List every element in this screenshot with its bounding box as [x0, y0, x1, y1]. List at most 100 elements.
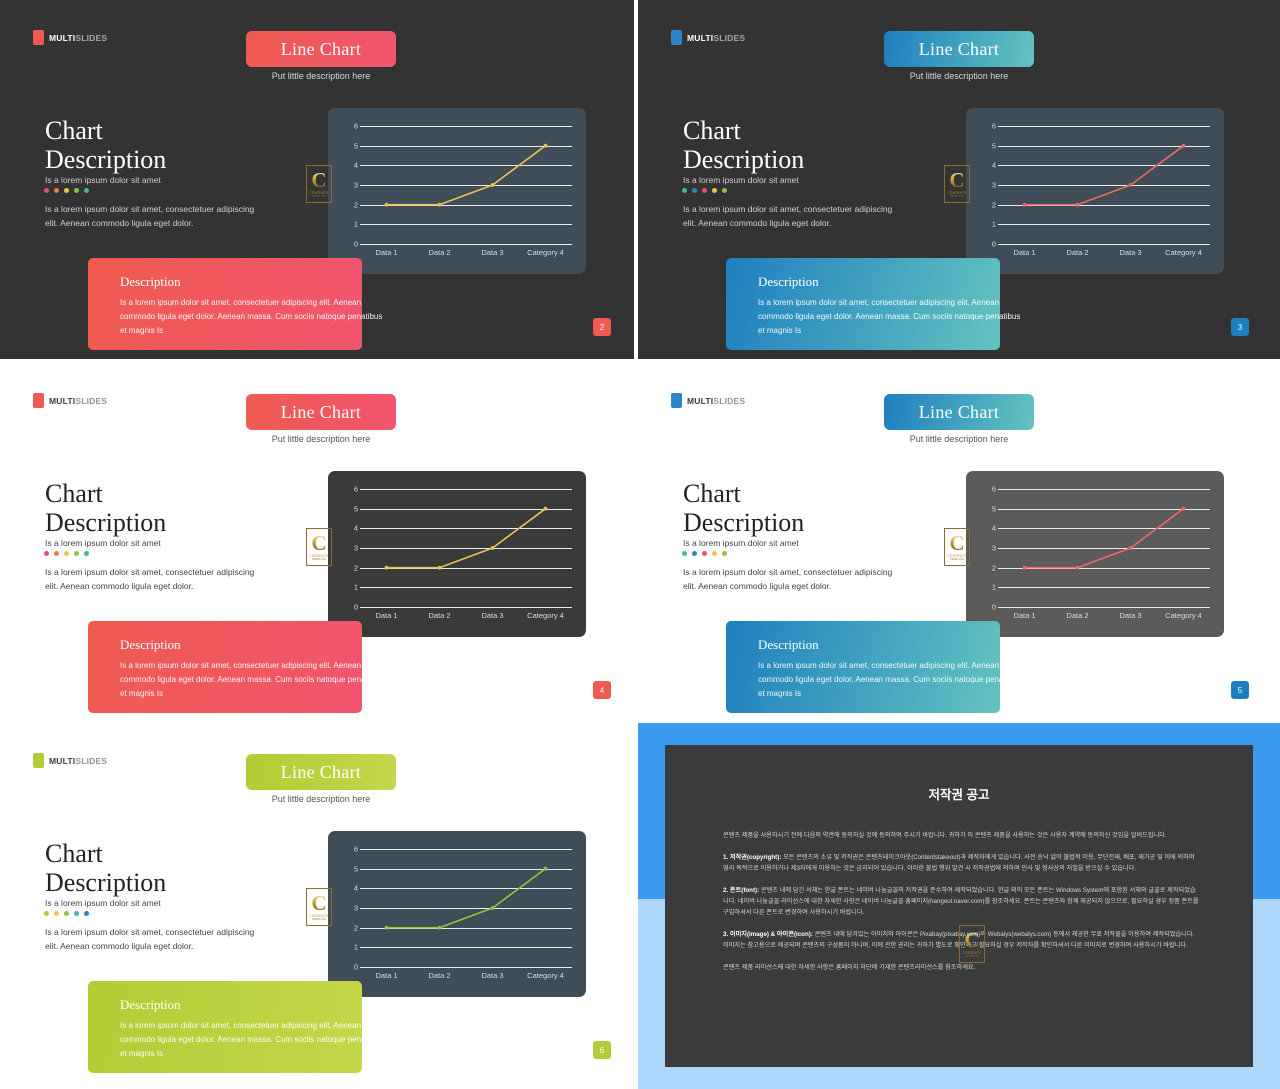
accent-dot: [722, 551, 727, 556]
logo-mark-icon: [33, 393, 44, 408]
slide-title: Line Chart: [280, 401, 362, 422]
y-tick-label: 5: [991, 141, 996, 151]
copyright-section-2-text: 콘텐츠 내에 담긴 서체는 한글 폰트는 네이버 나눔글꼴의 저작권을 준수하여…: [723, 887, 1199, 916]
slide-grid: MULTISLIDES Line Chart Put little descri…: [0, 0, 1280, 1089]
line-series: [1022, 506, 1186, 570]
x-axis: Data 1 Data 2 Data 3 Category 4: [998, 611, 1210, 620]
description-heading: Chart Description: [45, 839, 166, 897]
gridline: [360, 244, 572, 245]
contents-mark-sub: TEMPLATE: [949, 557, 965, 561]
description-subtitle: Is a lorem ipsum dolor sit amet: [45, 175, 161, 185]
plot-area: [360, 126, 572, 244]
brand-logo[interactable]: MULTISLIDES: [33, 393, 107, 408]
accent-dot: [702, 188, 707, 193]
slide-5: MULTISLIDES Line Chart Put little descri…: [638, 363, 1280, 723]
brand-logo[interactable]: MULTISLIDES: [671, 30, 745, 45]
contents-mark-sub: TEMPLATE: [949, 194, 965, 198]
description-heading-line1: Chart: [683, 116, 741, 145]
description-card: Description Is a lorem ipsum dolor sit a…: [88, 258, 382, 350]
contents-mark-sub: TEMPLATE: [311, 557, 327, 561]
description-card-body: Is a lorem ipsum dolor sit amet, consect…: [758, 298, 1021, 335]
logo-mark-icon: [671, 393, 682, 408]
accent-dot: [84, 911, 89, 916]
contents-mark-sub: TEMPLATE: [964, 954, 980, 958]
description-body: Is a lorem ipsum dolor sit amet, consect…: [45, 204, 255, 228]
x-axis: Data 1 Data 2 Data 3 Category 4: [360, 611, 572, 620]
brand-logo[interactable]: MULTISLIDES: [33, 753, 107, 768]
x-tick-label: Data 3: [1119, 611, 1142, 620]
description-card: Description Is a lorem ipsum dolor sit a…: [88, 621, 382, 713]
x-tick-label: Data 1: [375, 248, 398, 257]
brand-logo[interactable]: MULTISLIDES: [33, 30, 107, 45]
description-heading: Chart Description: [683, 116, 804, 174]
description-heading-line2: Description: [683, 145, 805, 174]
x-tick-label: Data 3: [1119, 248, 1142, 257]
logo-text: MULTISLIDES: [687, 396, 745, 406]
description-body: Is a lorem ipsum dolor sit amet, consect…: [45, 567, 255, 591]
accent-dot: [692, 551, 697, 556]
copyright-panel: 저작권 공고 콘텐츠 제품을 사용하시기 전에 다음의 약관에 동의하실 것에 …: [665, 745, 1253, 1067]
logo-text: MULTISLIDES: [49, 33, 107, 43]
x-tick-label: Data 2: [428, 611, 451, 620]
description-body: Is a lorem ipsum dolor sit amet, consect…: [683, 567, 893, 591]
description-heading-line2: Description: [45, 868, 167, 897]
y-axis: 6 5 4 3 2 1 0: [342, 485, 358, 612]
logo-text-light: SLIDES: [75, 755, 108, 766]
slide-2: MULTISLIDES Line Chart Put little descri…: [0, 0, 638, 363]
y-tick-label: 4: [353, 160, 358, 170]
description-heading: Chart Description: [683, 479, 804, 537]
description-heading: Chart Description: [45, 479, 166, 537]
copyright-slide: 저작권 공고 콘텐츠 제품을 사용하시기 전에 다음의 약관에 동의하실 것에 …: [638, 723, 1280, 1089]
logo-text: MULTISLIDES: [49, 756, 107, 766]
logo-text-bold: MULTI: [49, 32, 76, 43]
y-tick-label: 0: [991, 239, 996, 249]
description-card-body: Is a lorem ipsum dolor sit amet, consect…: [120, 661, 383, 698]
x-axis: Data 1 Data 2 Data 3 Category 4: [360, 248, 572, 257]
slide-title-pill[interactable]: Line Chart: [884, 31, 1034, 67]
accent-dot: [682, 551, 687, 556]
slide-title-pill[interactable]: Line Chart: [246, 31, 396, 67]
x-tick-label: Category 4: [527, 971, 564, 980]
slide-title: Line Chart: [918, 38, 1000, 59]
copyright-intro: 콘텐츠 제품을 사용하시기 전에 다음의 약관에 동의하실 것에 동의하여 주시…: [723, 832, 1167, 839]
y-tick-label: 5: [353, 864, 358, 874]
description-card-title: Description: [758, 274, 819, 289]
y-tick-label: 1: [353, 942, 358, 952]
slide-title-pill[interactable]: Line Chart: [884, 394, 1034, 430]
brand-logo[interactable]: MULTISLIDES: [671, 393, 745, 408]
accent-dot: [44, 911, 49, 916]
accent-dot-row: [44, 188, 89, 193]
description-card-title: Description: [120, 274, 181, 289]
x-axis: Data 1 Data 2 Data 3 Category 4: [360, 971, 572, 980]
gridline: [360, 607, 572, 608]
x-tick-label: Data 2: [1066, 611, 1089, 620]
page-number-badge: 4: [593, 681, 611, 699]
logo-text-bold: MULTI: [687, 32, 714, 43]
logo-text-light: SLIDES: [75, 32, 108, 43]
slide-4: MULTISLIDES Line Chart Put little descri…: [0, 363, 638, 723]
accent-dot: [54, 551, 59, 556]
y-tick-label: 0: [991, 602, 996, 612]
slide-title-pill[interactable]: Line Chart: [246, 754, 396, 790]
slide-title-pill[interactable]: Line Chart: [246, 394, 396, 430]
y-tick-label: 6: [353, 121, 358, 131]
plot-area: [998, 489, 1210, 607]
y-tick-label: 2: [353, 200, 358, 210]
description-card: Description Is a lorem ipsum dolor sit a…: [726, 258, 1020, 350]
slide-title: Line Chart: [280, 38, 362, 59]
x-tick-label: Category 4: [1165, 611, 1202, 620]
y-tick-label: 5: [353, 504, 358, 514]
contents-watermark: C CONTENTS TEMPLATE: [306, 528, 332, 566]
accent-dot: [74, 911, 79, 916]
page-number-badge: 5: [1231, 681, 1249, 699]
gridline: [360, 967, 572, 968]
plot-area: [360, 849, 572, 967]
description-body: Is a lorem ipsum dolor sit amet, consect…: [45, 927, 255, 951]
slide-3: MULTISLIDES Line Chart Put little descri…: [638, 0, 1280, 363]
accent-dot: [64, 911, 69, 916]
y-tick-label: 2: [991, 200, 996, 210]
plot-area: [360, 489, 572, 607]
y-tick-label: 1: [353, 219, 358, 229]
x-tick-label: Data 3: [481, 611, 504, 620]
description-card: Description Is a lorem ipsum dolor sit a…: [88, 981, 382, 1073]
